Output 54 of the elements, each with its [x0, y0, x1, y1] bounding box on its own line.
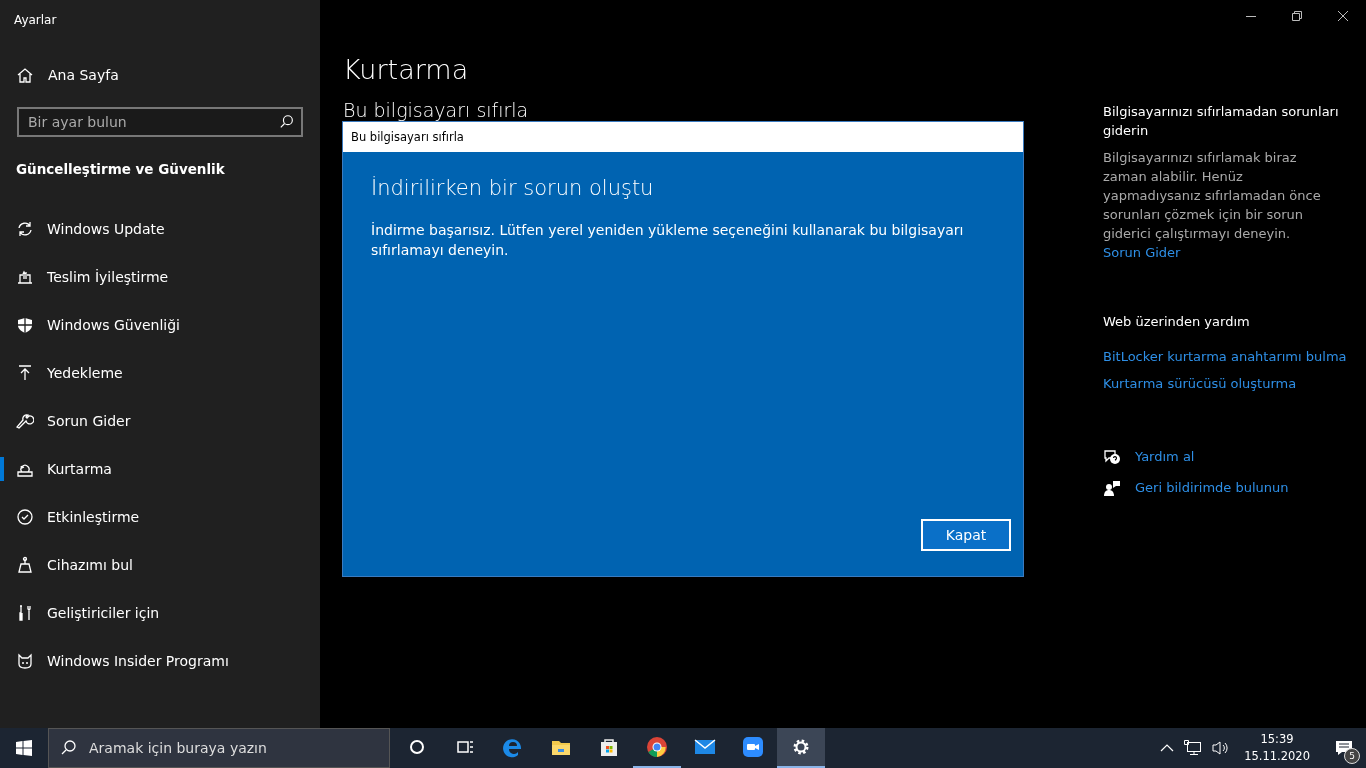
- home-icon: [16, 66, 34, 84]
- tools-icon: [16, 604, 34, 622]
- help-chat-icon: [1103, 447, 1121, 466]
- section-heading: Güncelleştirme ve Güvenlik: [16, 161, 225, 177]
- home-link[interactable]: Ana Sayfa: [16, 64, 119, 86]
- person-pin-icon: [16, 556, 34, 574]
- notification-count: 5: [1344, 748, 1360, 764]
- nav-item[interactable]: Kurtarma: [0, 445, 320, 493]
- taskbar-search-field[interactable]: Aramak için buraya yazın: [48, 728, 390, 768]
- restore-icon[interactable]: [1292, 11, 1302, 21]
- nav-item[interactable]: Cihazımı bul: [0, 541, 320, 589]
- windows-logo-icon[interactable]: [16, 740, 32, 756]
- chevron-up-icon[interactable]: [1160, 744, 1175, 752]
- feedback-person-icon: [1103, 478, 1121, 497]
- shield-icon: [16, 316, 34, 334]
- help-text: Bilgisayarınızı sıfırlamak biraz zaman alabilir. Henüz yapmadıysanız sıfırlamadan önce sorunları çözmek için bir sorun giderici çalıştırmayı deneyin.: [1103, 149, 1322, 243]
- nav-item[interactable]: Sorun Gider: [0, 397, 320, 445]
- dialog-title-bar: Bu bilgisayarı sıfırla: [343, 122, 1023, 152]
- search-icon: [279, 114, 295, 130]
- search-icon: [60, 739, 78, 757]
- cat-face-icon: [16, 652, 34, 670]
- wrench-icon: [16, 412, 34, 430]
- browser-circle-icon: [645, 735, 669, 759]
- nav-item[interactable]: Etkinleştirme: [0, 493, 320, 541]
- close-button[interactable]: Kapat: [921, 519, 1011, 551]
- get-help-link[interactable]: Yardım al: [1135, 447, 1195, 466]
- settings-search-field[interactable]: Bir ayar bulun: [17, 107, 303, 137]
- help-heading: Bilgisayarınızı sıfırlamadan sorunları giderin: [1103, 103, 1340, 140]
- minimize-icon[interactable]: [1246, 15, 1256, 17]
- nav-item[interactable]: Yedekleme: [0, 349, 320, 397]
- nav-item[interactable]: Windows Insider Programı: [0, 637, 320, 685]
- help-link[interactable]: Kurtarma sürücüsü oluşturma: [1103, 374, 1297, 393]
- nav-item[interactable]: Windows Update: [0, 205, 320, 253]
- app-title: Ayarlar: [14, 13, 57, 27]
- upload-arrow-icon: [16, 364, 34, 382]
- help-heading: Web üzerinden yardım: [1103, 313, 1251, 331]
- nav-item[interactable]: Geliştiriciler için: [0, 589, 320, 637]
- help-link[interactable]: BitLocker kurtarma anahtarımı bulma: [1103, 347, 1347, 366]
- check-circle-icon: [16, 508, 34, 526]
- speaker-icon[interactable]: [1212, 740, 1231, 756]
- close-icon[interactable]: [1338, 11, 1348, 21]
- page-title: Kurtarma: [343, 54, 469, 85]
- feedback-link[interactable]: Geri bildirimde bulunun: [1135, 478, 1289, 497]
- dialog-heading: İndirilirken bir sorun oluştu: [371, 176, 654, 200]
- clock[interactable]: 15:39 15.11.2020: [1244, 731, 1310, 765]
- network-monitor-icon[interactable]: [1184, 740, 1203, 756]
- video-camera-icon: [741, 735, 765, 759]
- dialog-message: İndirme başarısız. Lütfen yerel yeniden yükleme seçeneğini kullanarak bu bilgisayarı sıfırlamayı deneyin.: [371, 221, 965, 260]
- nav-item[interactable]: Teslim İyileştirme: [0, 253, 320, 301]
- troubleshoot-link[interactable]: Sorun Gider: [1103, 243, 1181, 262]
- section-heading: Bu bilgisayarı sıfırla: [343, 99, 529, 121]
- nav-item[interactable]: Windows Güvenliği: [0, 301, 320, 349]
- refresh-icon: [16, 220, 34, 238]
- taskbar-app[interactable]: [777, 728, 825, 768]
